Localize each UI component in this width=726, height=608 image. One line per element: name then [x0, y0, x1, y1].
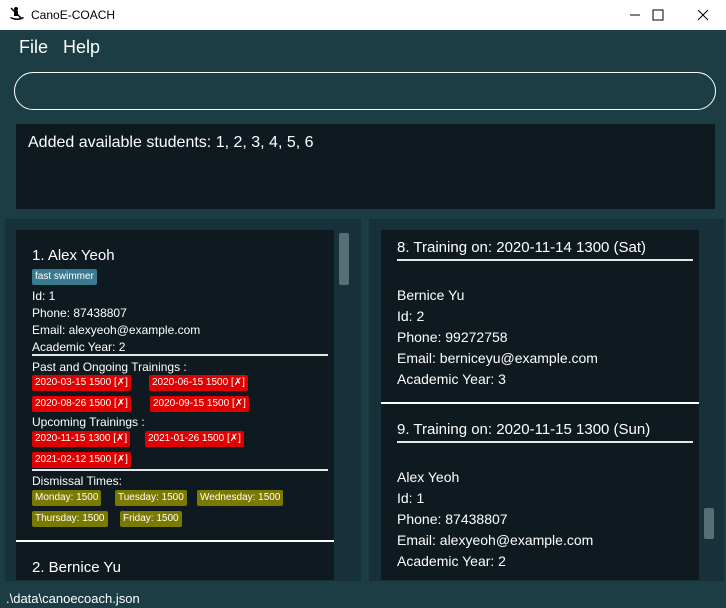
training-student-id: Id: 2 — [397, 308, 425, 324]
student-name: 2. Bernice Yu — [32, 559, 121, 576]
menu-file[interactable]: File — [19, 37, 48, 58]
training-heading: 8. Training on: 2020-11-14 1300 (Sat) — [397, 239, 647, 256]
training-card[interactable]: 8. Training on: 2020-11-14 1300 (Sat) Be… — [381, 230, 699, 402]
upcoming-training-tag: 2020-11-15 1300 [✗] — [32, 431, 131, 447]
student-phone: Phone: 87438807 — [32, 306, 127, 320]
student-name: 1. Alex Yeoh — [32, 247, 115, 264]
dismissal-tag: Wednesday: 1500 — [197, 490, 284, 506]
past-training-tag: 2020-06-15 1500 [✗] — [149, 375, 248, 391]
training-student-phone: Phone: 99272758 — [397, 329, 508, 345]
student-card[interactable]: 1. Alex Yeoh fast swimmer Id: 1 Phone: 8… — [16, 230, 334, 542]
training-student-id: Id: 1 — [397, 490, 425, 506]
menu-help[interactable]: Help — [63, 37, 100, 58]
training-student-email: Email: berniceyu@example.com — [397, 350, 598, 366]
training-student-phone: Phone: 87438807 — [397, 511, 508, 527]
training-student-year: Academic Year: 3 — [397, 371, 506, 387]
separator — [32, 469, 328, 471]
status-bar: .\data\canoecoach.json — [0, 588, 726, 608]
past-training-tag: 2020-03-15 1500 [✗] — [32, 375, 131, 391]
training-list[interactable]: 8. Training on: 2020-11-14 1300 (Sat) Be… — [381, 230, 699, 580]
student-tag: fast swimmer — [32, 269, 97, 285]
command-input[interactable] — [14, 72, 716, 110]
canoe-icon — [10, 7, 24, 20]
upcoming-training-tag: 2021-01-26 1500 [✗] — [145, 431, 244, 447]
student-email: Email: alexyeoh@example.com — [32, 323, 201, 337]
result-text: Added available students: 1, 2, 3, 4, 5,… — [28, 134, 314, 151]
student-list-scrollbar[interactable] — [339, 233, 349, 285]
training-list-scrollbar[interactable] — [704, 508, 714, 539]
past-training-tag: 2020-09-15 1500 [✗] — [150, 396, 249, 412]
result-display: Added available students: 1, 2, 3, 4, 5,… — [16, 124, 715, 209]
menu-bar: File Help — [0, 30, 726, 63]
training-heading-underline — [397, 441, 693, 443]
training-student-email: Email: alexyeoh@example.com — [397, 532, 594, 548]
window-title: CanoE-COACH — [31, 8, 116, 22]
separator — [32, 354, 328, 356]
training-student-name: Bernice Yu — [397, 287, 465, 303]
student-id: Id: 1 — [32, 289, 56, 303]
dismissal-tag: Tuesday: 1500 — [115, 490, 187, 506]
dismissal-tag: Friday: 1500 — [120, 511, 182, 527]
past-trainings-label: Past and Ongoing Trainings : — [32, 360, 187, 374]
student-list[interactable]: 1. Alex Yeoh fast swimmer Id: 1 Phone: 8… — [16, 230, 334, 580]
close-icon[interactable] — [680, 0, 726, 30]
student-card[interactable]: 2. Bernice Yu — [16, 542, 334, 580]
data-file-path: .\data\canoecoach.json — [6, 591, 140, 606]
upcoming-trainings-label: Upcoming Trainings : — [32, 415, 145, 429]
upcoming-training-tag: 2021-02-12 1500 [✗] — [32, 452, 131, 468]
training-heading: 9. Training on: 2020-11-15 1300 (Sun) — [397, 421, 651, 438]
dismissal-tag: Monday: 1500 — [32, 490, 102, 506]
training-student-name: Alex Yeoh — [397, 469, 460, 485]
maximize-icon[interactable] — [635, 0, 681, 30]
training-card[interactable]: 9. Training on: 2020-11-15 1300 (Sun) Al… — [381, 404, 699, 580]
dismissal-label: Dismissal Times: — [32, 474, 123, 488]
training-heading-underline — [397, 259, 693, 261]
title-bar: CanoE-COACH — [0, 0, 726, 30]
past-training-tag: 2020-08-26 1500 [✗] — [32, 396, 131, 412]
training-student-year: Academic Year: 2 — [397, 553, 506, 569]
student-year: Academic Year: 2 — [32, 340, 126, 354]
dismissal-tag: Thursday: 1500 — [32, 511, 108, 527]
